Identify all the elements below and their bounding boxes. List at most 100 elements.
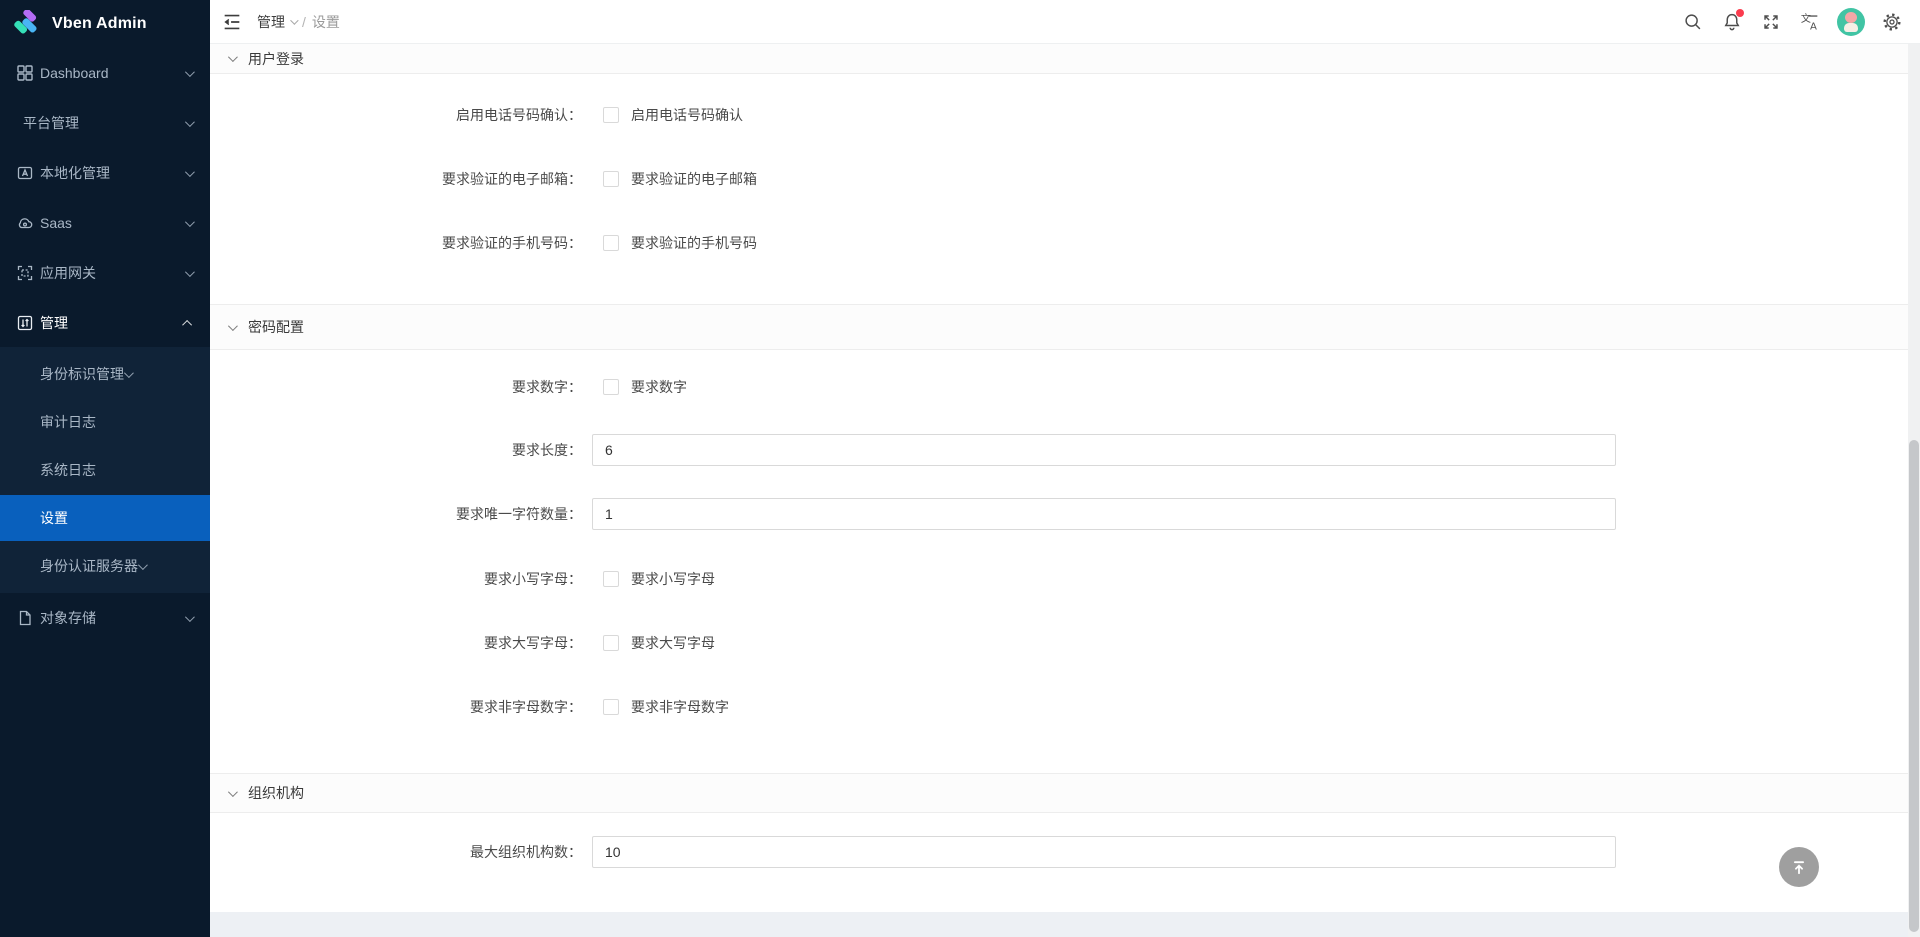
chevron-down-icon bbox=[228, 321, 238, 331]
scrollbar-thumb[interactable] bbox=[1909, 440, 1919, 932]
checkbox-label: 要求非字母数字 bbox=[631, 697, 729, 717]
sidebar-item-label: 审计日志 bbox=[40, 412, 96, 432]
field-label: 最大组织机构数： bbox=[210, 836, 582, 868]
checkbox-require-lowercase[interactable]: 要求小写字母 bbox=[603, 563, 715, 595]
sidebar-item-label: 设置 bbox=[40, 508, 68, 528]
form-row: 要求数字： 要求数字 bbox=[210, 371, 1908, 403]
chevron-down-icon bbox=[185, 117, 195, 127]
manage-icon bbox=[17, 315, 33, 331]
sidebar-item-system-log[interactable]: 系统日志 bbox=[0, 447, 210, 493]
checkbox-require-verified-phone[interactable]: 要求验证的手机号码 bbox=[603, 227, 757, 259]
checkbox[interactable] bbox=[603, 107, 619, 123]
chevron-down-icon bbox=[124, 368, 134, 378]
form-row: 要求长度： bbox=[210, 434, 1908, 466]
form-row: 要求验证的手机号码： 要求验证的手机号码 bbox=[210, 227, 1908, 259]
form-row: 要求大写字母： 要求大写字母 bbox=[210, 627, 1908, 659]
sidebar-item-localization[interactable]: 本地化管理 bbox=[0, 153, 210, 193]
section-header-organization[interactable]: 组织机构 bbox=[210, 773, 1908, 813]
field-label: 要求大写字母： bbox=[210, 627, 582, 659]
search-button[interactable] bbox=[1681, 10, 1705, 34]
checkbox-require-non-alphanumeric[interactable]: 要求非字母数字 bbox=[603, 691, 729, 723]
language-button[interactable]: 文 A bbox=[1798, 10, 1822, 34]
checkbox[interactable] bbox=[603, 571, 619, 587]
sidebar-item-label: 本地化管理 bbox=[40, 163, 185, 183]
chevron-down-icon bbox=[185, 167, 195, 177]
notifications-button[interactable] bbox=[1720, 10, 1744, 34]
chevron-down-icon bbox=[290, 16, 298, 24]
field-label: 要求数字： bbox=[210, 371, 582, 403]
back-to-top-icon bbox=[1788, 856, 1810, 878]
chevron-down-icon bbox=[185, 67, 195, 77]
form-row: 启用电话号码确认： 启用电话号码确认 bbox=[210, 99, 1908, 131]
sidebar-item-label: 管理 bbox=[40, 313, 185, 333]
app-header: 管理 / 设置 bbox=[210, 0, 1920, 44]
sidebar-item-audit-log[interactable]: 审计日志 bbox=[0, 399, 210, 445]
field-label: 要求长度： bbox=[210, 434, 582, 466]
checkbox-label: 启用电话号码确认 bbox=[631, 105, 743, 125]
sidebar-item-label: 系统日志 bbox=[40, 460, 96, 480]
breadcrumb: 管理 / 设置 bbox=[257, 12, 340, 32]
sidebar-item-label: 平台管理 bbox=[23, 113, 185, 133]
breadcrumb-item-management[interactable]: 管理 bbox=[257, 12, 296, 32]
checkbox-label: 要求验证的手机号码 bbox=[631, 233, 757, 253]
checkbox-label: 要求数字 bbox=[631, 377, 687, 397]
section-header-user-login[interactable]: 用户登录 bbox=[210, 44, 1908, 74]
sidebar-item-settings[interactable]: 设置 bbox=[0, 495, 210, 541]
checkbox-require-uppercase[interactable]: 要求大写字母 bbox=[603, 627, 715, 659]
app-title: Vben Admin bbox=[52, 15, 147, 33]
breadcrumb-item-current: 设置 bbox=[312, 12, 340, 32]
sidebar-item-object-storage[interactable]: 对象存储 bbox=[0, 598, 210, 638]
localization-icon bbox=[17, 165, 33, 181]
field-label: 要求小写字母： bbox=[210, 563, 582, 595]
checkbox-enable-phone-confirm[interactable]: 启用电话号码确认 bbox=[603, 99, 743, 131]
sidebar-item-label: 应用网关 bbox=[40, 263, 185, 283]
sidebar-item-platform[interactable]: 平台管理 bbox=[0, 103, 210, 143]
section-header-password[interactable]: 密码配置 bbox=[210, 304, 1908, 350]
form-row: 要求小写字母： 要求小写字母 bbox=[210, 563, 1908, 595]
menu-fold-icon[interactable] bbox=[221, 11, 243, 33]
sidebar-item-auth-server[interactable]: 身份认证服务器 bbox=[0, 543, 210, 589]
chevron-down-icon bbox=[138, 560, 148, 570]
checkbox-require-digit[interactable]: 要求数字 bbox=[603, 371, 687, 403]
back-to-top-button[interactable] bbox=[1779, 847, 1819, 887]
fullscreen-icon bbox=[1760, 11, 1782, 33]
sidebar-item-gateway[interactable]: 应用网关 bbox=[0, 253, 210, 293]
sidebar-item-saas[interactable]: Saas bbox=[0, 203, 210, 243]
notification-badge-dot bbox=[1736, 9, 1744, 17]
checkbox-require-verified-email[interactable]: 要求验证的电子邮箱 bbox=[603, 163, 757, 195]
app-logo[interactable]: Vben Admin bbox=[0, 0, 210, 48]
user-avatar[interactable] bbox=[1837, 8, 1865, 36]
gear-icon bbox=[1881, 11, 1903, 33]
sidebar-item-label: 身份标识管理 bbox=[40, 364, 124, 384]
checkbox[interactable] bbox=[603, 699, 619, 715]
field-label: 要求验证的电子邮箱： bbox=[210, 163, 582, 195]
checkbox[interactable] bbox=[603, 171, 619, 187]
fullscreen-button[interactable] bbox=[1759, 10, 1783, 34]
sidebar-item-dashboard[interactable]: Dashboard bbox=[0, 53, 210, 93]
chevron-down-icon bbox=[185, 612, 195, 622]
max-organizations-input[interactable] bbox=[592, 836, 1616, 868]
translate-icon: 文 A bbox=[1799, 11, 1821, 33]
dashboard-icon bbox=[17, 65, 33, 81]
checkbox-label: 要求小写字母 bbox=[631, 569, 715, 589]
sidebar: Vben Admin Dashboard 平台管理 本地化管理 bbox=[0, 0, 210, 937]
required-unique-chars-input[interactable] bbox=[592, 498, 1616, 530]
field-label: 要求唯一字符数量： bbox=[210, 498, 582, 530]
checkbox-label: 要求大写字母 bbox=[631, 633, 715, 653]
section-title: 用户登录 bbox=[248, 49, 304, 69]
checkbox[interactable] bbox=[603, 379, 619, 395]
vertical-scrollbar bbox=[1908, 44, 1920, 937]
sidebar-item-label: 对象存储 bbox=[40, 608, 185, 628]
chevron-down-icon bbox=[228, 52, 238, 62]
checkbox[interactable] bbox=[603, 235, 619, 251]
sidebar-item-management[interactable]: 管理 bbox=[0, 303, 210, 343]
settings-button[interactable] bbox=[1880, 10, 1904, 34]
sidebar-item-label: Dashboard bbox=[40, 65, 185, 81]
sidebar-item-identity-management[interactable]: 身份标识管理 bbox=[0, 351, 210, 397]
required-length-input[interactable] bbox=[592, 434, 1616, 466]
settings-card: 用户登录 启用电话号码确认： 启用电话号码确认 要求验证的电子邮箱： 要求验证的… bbox=[210, 44, 1908, 912]
form-row: 最大组织机构数： bbox=[210, 836, 1908, 868]
chevron-down-icon bbox=[185, 267, 195, 277]
checkbox[interactable] bbox=[603, 635, 619, 651]
section-title: 组织机构 bbox=[248, 783, 304, 803]
